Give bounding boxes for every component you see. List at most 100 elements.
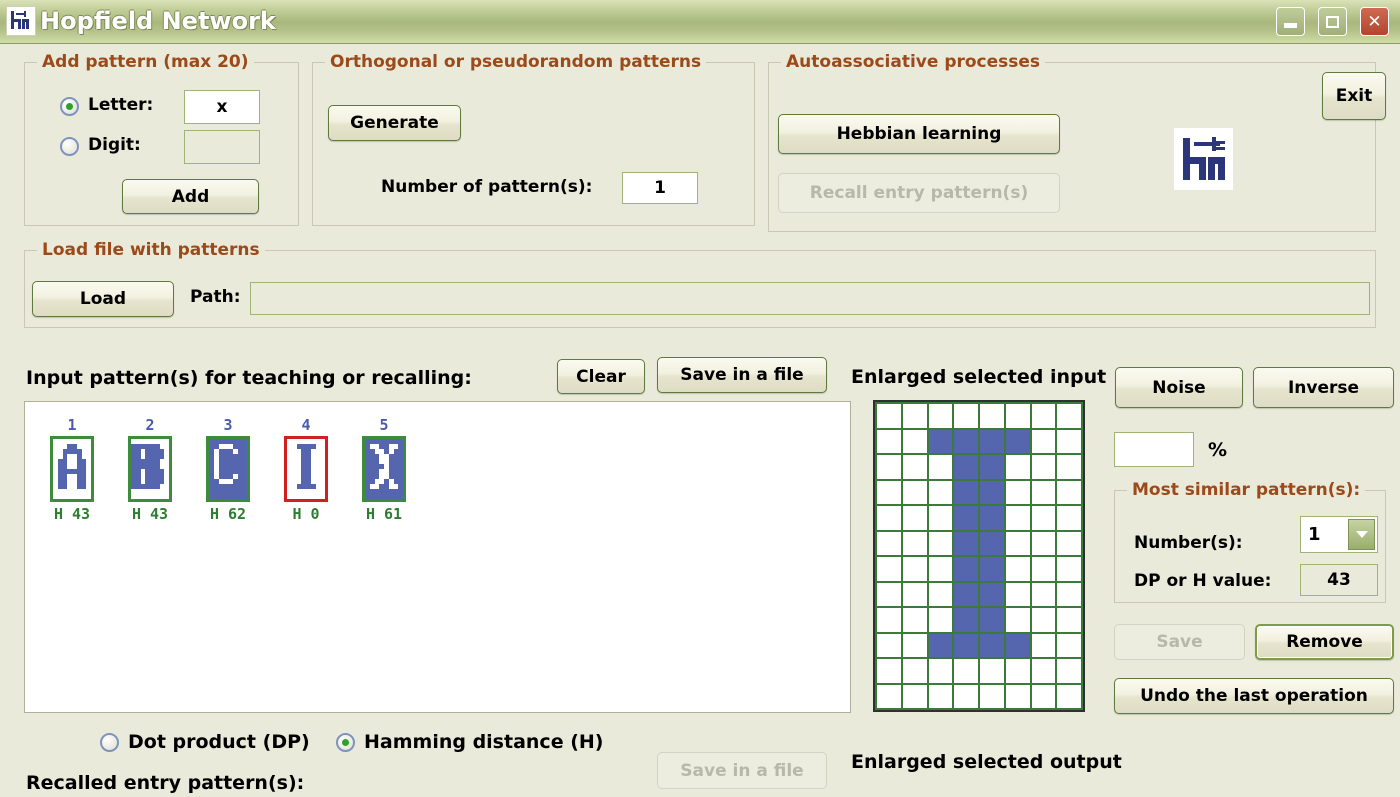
generate-button[interactable]: Generate	[328, 105, 461, 141]
save-pattern-button[interactable]: Save	[1114, 624, 1245, 660]
enlarged-cell[interactable]	[1057, 557, 1081, 581]
enlarged-cell[interactable]	[1031, 608, 1056, 632]
enlarged-cell[interactable]	[954, 480, 978, 504]
enlarged-cell[interactable]	[1057, 684, 1081, 708]
pattern-grid[interactable]	[362, 436, 406, 502]
enlarged-input-grid[interactable]	[873, 400, 1085, 712]
enlarged-cell[interactable]	[902, 633, 927, 657]
enlarged-cell[interactable]	[877, 506, 901, 530]
enlarged-cell[interactable]	[928, 404, 953, 428]
digit-radio[interactable]	[60, 137, 79, 156]
enlarged-cell[interactable]	[902, 480, 927, 504]
maximize-button[interactable]	[1318, 7, 1347, 36]
enlarged-cell[interactable]	[877, 608, 901, 632]
pattern-thumbnail[interactable]: 1 H 43	[35, 416, 109, 523]
enlarged-cell[interactable]	[928, 506, 953, 530]
enlarged-cell[interactable]	[1057, 659, 1081, 683]
enlarged-cell[interactable]	[1005, 429, 1030, 453]
enlarged-cell[interactable]	[902, 659, 927, 683]
enlarged-cell[interactable]	[1031, 404, 1056, 428]
enlarged-cell[interactable]	[877, 480, 901, 504]
enlarged-cell[interactable]	[980, 480, 1004, 504]
enlarged-cell[interactable]	[877, 582, 901, 606]
pattern-grid[interactable]	[50, 436, 94, 502]
clear-button[interactable]: Clear	[557, 359, 645, 394]
enlarged-cell[interactable]	[1005, 455, 1030, 479]
enlarged-cell[interactable]	[928, 633, 953, 657]
enlarged-cell[interactable]	[877, 684, 901, 708]
enlarged-cell[interactable]	[902, 429, 927, 453]
hamming-distance-radio[interactable]	[336, 733, 355, 752]
pattern-thumbnail[interactable]: 5 H 61	[347, 416, 421, 523]
path-input[interactable]	[250, 282, 1370, 315]
enlarged-cell[interactable]	[980, 633, 1004, 657]
enlarged-cell[interactable]	[1031, 557, 1056, 581]
enlarged-cell[interactable]	[1005, 659, 1030, 683]
undo-button[interactable]: Undo the last operation	[1114, 678, 1394, 714]
enlarged-cell[interactable]	[954, 582, 978, 606]
hebbian-learning-button[interactable]: Hebbian learning	[778, 114, 1060, 154]
exit-button[interactable]: Exit	[1322, 72, 1386, 120]
enlarged-cell[interactable]	[1031, 659, 1056, 683]
enlarged-cell[interactable]	[980, 455, 1004, 479]
enlarged-cell[interactable]	[1031, 531, 1056, 555]
enlarged-cell[interactable]	[1005, 506, 1030, 530]
enlarged-cell[interactable]	[1031, 506, 1056, 530]
number-of-patterns-input[interactable]: 1	[622, 172, 698, 204]
noise-button[interactable]: Noise	[1115, 367, 1243, 408]
enlarged-cell[interactable]	[980, 531, 1004, 555]
enlarged-cell[interactable]	[954, 506, 978, 530]
enlarged-cell[interactable]	[1005, 684, 1030, 708]
enlarged-cell[interactable]	[1057, 480, 1081, 504]
enlarged-cell[interactable]	[980, 557, 1004, 581]
enlarged-cell[interactable]	[980, 659, 1004, 683]
dot-product-radio[interactable]	[100, 733, 119, 752]
enlarged-cell[interactable]	[877, 455, 901, 479]
enlarged-cell[interactable]	[1057, 455, 1081, 479]
enlarged-cell[interactable]	[1031, 455, 1056, 479]
enlarged-cell[interactable]	[1057, 582, 1081, 606]
pattern-thumbnail[interactable]: 3 H 62	[191, 416, 265, 523]
enlarged-cell[interactable]	[954, 659, 978, 683]
enlarged-cell[interactable]	[1005, 608, 1030, 632]
minimize-button[interactable]	[1276, 7, 1305, 36]
enlarged-cell[interactable]	[1057, 531, 1081, 555]
input-patterns-panel[interactable]: 1 H 43 2 H 43 3 H 62 4 H 0 5 H 61	[24, 401, 851, 713]
enlarged-cell[interactable]	[1031, 633, 1056, 657]
load-button[interactable]: Load	[32, 281, 174, 317]
enlarged-cell[interactable]	[902, 531, 927, 555]
enlarged-cell[interactable]	[1057, 506, 1081, 530]
enlarged-cell[interactable]	[1005, 557, 1030, 581]
enlarged-cell[interactable]	[954, 404, 978, 428]
enlarged-cell[interactable]	[1005, 582, 1030, 606]
enlarged-cell[interactable]	[902, 608, 927, 632]
enlarged-cell[interactable]	[902, 684, 927, 708]
remove-pattern-button[interactable]: Remove	[1255, 624, 1394, 660]
enlarged-cell[interactable]	[954, 633, 978, 657]
enlarged-cell[interactable]	[877, 531, 901, 555]
enlarged-cell[interactable]	[1005, 404, 1030, 428]
enlarged-cell[interactable]	[980, 582, 1004, 606]
noise-percent-input[interactable]	[1114, 432, 1194, 467]
enlarged-cell[interactable]	[928, 531, 953, 555]
enlarged-cell[interactable]	[902, 506, 927, 530]
enlarged-cell[interactable]	[980, 506, 1004, 530]
enlarged-cell[interactable]	[954, 455, 978, 479]
enlarged-cell[interactable]	[877, 633, 901, 657]
pattern-grid[interactable]	[284, 436, 328, 502]
inverse-button[interactable]: Inverse	[1253, 367, 1394, 408]
enlarged-cell[interactable]	[980, 684, 1004, 708]
enlarged-cell[interactable]	[902, 455, 927, 479]
enlarged-cell[interactable]	[980, 404, 1004, 428]
enlarged-cell[interactable]	[877, 404, 901, 428]
enlarged-cell[interactable]	[954, 429, 978, 453]
enlarged-cell[interactable]	[1031, 480, 1056, 504]
enlarged-cell[interactable]	[980, 608, 1004, 632]
letter-radio[interactable]	[60, 97, 79, 116]
enlarged-cell[interactable]	[902, 557, 927, 581]
enlarged-cell[interactable]	[1005, 531, 1030, 555]
enlarged-cell[interactable]	[1057, 404, 1081, 428]
enlarged-cell[interactable]	[928, 684, 953, 708]
enlarged-cell[interactable]	[877, 429, 901, 453]
close-button[interactable]: ✕	[1360, 7, 1389, 36]
